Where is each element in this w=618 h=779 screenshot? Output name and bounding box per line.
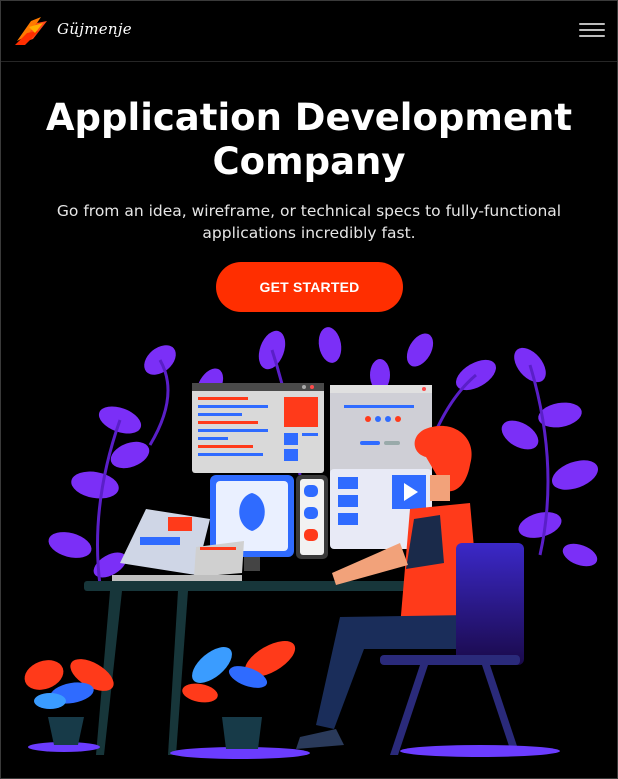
hero-title-line2: Company	[212, 140, 406, 183]
brand-name: Güjmenje	[57, 20, 132, 38]
code-monitor	[192, 383, 324, 473]
hero-title-line1: Application Development	[45, 96, 573, 139]
floor-glow	[400, 745, 560, 757]
potted-plant-center	[182, 641, 296, 749]
hero-title: Application Development Company	[0, 96, 618, 184]
web-monitor	[330, 385, 432, 475]
developer-at-desk-illustration	[24, 327, 598, 759]
hamburger-menu-icon[interactable]	[579, 19, 605, 41]
menu-line	[579, 35, 605, 37]
brush-stroke-logo-icon	[15, 17, 47, 45]
hero-subtitle: Go from an idea, wireframe, or technical…	[56, 202, 562, 242]
menu-line	[579, 29, 605, 31]
menu-line	[579, 23, 605, 25]
get-started-button[interactable]: GET STARTED	[216, 262, 403, 312]
phone-device	[296, 475, 328, 559]
brand-logo[interactable]: Güjmenje	[13, 11, 143, 51]
site-header: Güjmenje	[1, 1, 617, 62]
